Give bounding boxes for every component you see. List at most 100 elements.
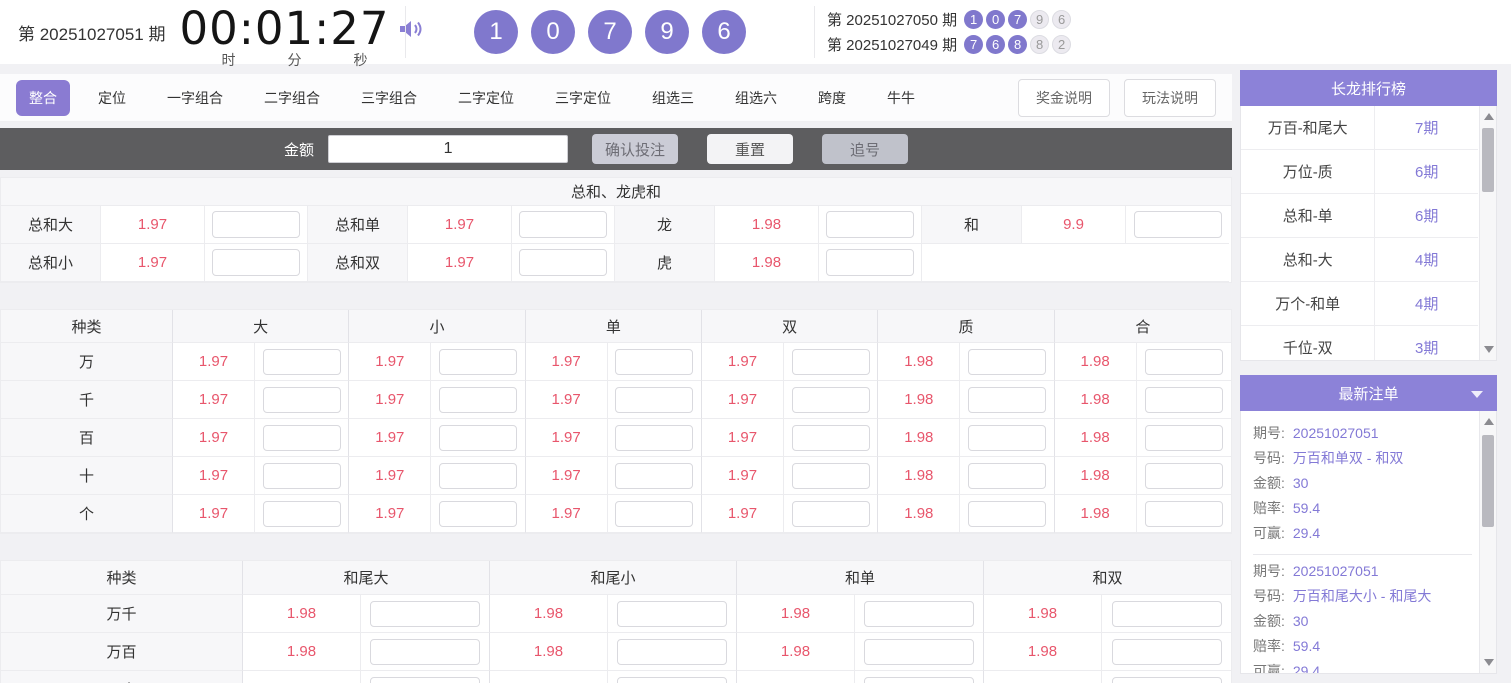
reset-button[interactable]: 重置 [707,134,794,164]
odds-value[interactable]: 1.97 [173,495,255,533]
bet-amount-input[interactable] [519,249,607,276]
scrollbar-thumb[interactable] [1482,435,1494,527]
bet-amount-input[interactable] [438,386,517,413]
bet-amount-input[interactable] [519,211,607,238]
bet-amount-input[interactable] [617,638,727,665]
scrollbar-track[interactable] [1479,411,1496,673]
bet-amount-input[interactable] [791,348,870,375]
odds-value[interactable]: 1.98 [1054,381,1137,419]
odds-value[interactable]: 1.98 [737,671,855,683]
odds-value[interactable]: 1.98 [878,495,961,533]
odds-value[interactable]: 1.97 [701,343,784,381]
odds-value[interactable]: 1.98 [715,244,819,282]
bet-amount-input[interactable] [262,386,341,413]
bet-amount-input[interactable] [615,500,694,527]
dragon-list-item[interactable]: 万位-质 6期 [1241,150,1478,194]
nav-tab[interactable]: 组选六 [722,80,790,116]
bet-amount-input[interactable] [791,424,870,451]
bet-amount-input[interactable] [212,211,300,238]
bet-amount-input[interactable] [826,249,914,276]
odds-value[interactable]: 1.98 [878,457,961,495]
nav-tab[interactable]: 跨度 [805,80,859,116]
odds-value[interactable]: 1.97 [525,495,608,533]
bet-amount-input[interactable] [615,462,694,489]
bet-amount-input[interactable] [967,424,1046,451]
bet-amount-input[interactable] [1144,462,1223,489]
odds-value[interactable]: 1.97 [408,206,512,244]
bet-amount-input[interactable] [791,462,870,489]
bet-amount-input[interactable] [1144,424,1223,451]
scroll-up-icon[interactable] [1484,113,1494,120]
odds-value[interactable]: 1.97 [525,343,608,381]
bet-amount-input[interactable] [864,638,974,665]
odds-value[interactable]: 1.97 [349,419,432,457]
bet-amount-input[interactable] [1111,600,1222,627]
nav-tab[interactable]: 定位 [85,80,139,116]
odds-value[interactable]: 1.97 [525,457,608,495]
bet-amount-input[interactable] [1144,348,1223,375]
odds-value[interactable]: 1.98 [243,671,361,683]
bet-amount-input[interactable] [262,348,341,375]
odds-value[interactable]: 1.97 [101,244,205,282]
odds-value[interactable]: 1.97 [349,457,432,495]
bet-amount-input[interactable] [438,500,517,527]
odds-value[interactable]: 1.98 [878,419,961,457]
bet-amount-input[interactable] [438,424,517,451]
dragon-list-item[interactable]: 万百-和尾大 7期 [1241,106,1478,150]
bet-amount-input[interactable] [262,462,341,489]
bet-amount-input[interactable] [370,600,480,627]
nav-tab[interactable]: 一字组合 [154,80,236,116]
bet-amount-input[interactable] [826,211,914,238]
odds-value[interactable]: 1.97 [349,495,432,533]
odds-value[interactable]: 1.98 [243,633,361,671]
bet-amount-input[interactable] [1144,386,1223,413]
odds-value[interactable]: 1.97 [173,381,255,419]
bet-amount-input[interactable] [864,600,974,627]
bet-amount-input[interactable] [617,676,727,683]
odds-value[interactable]: 1.98 [1054,495,1137,533]
odds-value[interactable]: 1.98 [984,595,1102,633]
caret-down-icon[interactable] [1471,391,1483,398]
scrollbar-track[interactable] [1479,106,1496,360]
info-button[interactable]: 奖金说明 [1018,78,1110,117]
bet-amount-input[interactable] [791,386,870,413]
nav-tab[interactable]: 三字组合 [348,80,430,116]
bet-amount-input[interactable] [967,348,1046,375]
odds-value[interactable]: 1.98 [984,671,1102,683]
odds-value[interactable]: 1.98 [243,595,361,633]
bet-amount-input[interactable] [1111,676,1222,683]
dragon-list-item[interactable]: 总和-大 4期 [1241,238,1478,282]
bet-amount-input[interactable] [1133,211,1222,238]
bet-amount-input[interactable] [262,500,341,527]
dragon-list-item[interactable]: 千位-双 3期 [1241,326,1478,360]
nav-tab[interactable]: 组选三 [639,80,707,116]
odds-value[interactable]: 1.97 [525,381,608,419]
odds-value[interactable]: 1.98 [1054,419,1137,457]
bet-amount-input[interactable] [1144,500,1223,527]
odds-value[interactable]: 1.97 [173,457,255,495]
bet-amount-input[interactable] [615,386,694,413]
odds-value[interactable]: 1.97 [701,457,784,495]
odds-value[interactable]: 1.97 [525,419,608,457]
bet-amount-input[interactable] [262,424,341,451]
scroll-down-icon[interactable] [1484,659,1494,666]
bet-amount-input[interactable] [791,500,870,527]
odds-value[interactable]: 1.97 [101,206,205,244]
odds-value[interactable]: 1.98 [1054,343,1137,381]
dragon-list-item[interactable]: 万个-和单 4期 [1241,282,1478,326]
chase-number-button[interactable]: 追号 [822,134,909,164]
odds-value[interactable]: 1.98 [737,595,855,633]
bet-amount-input[interactable] [438,348,517,375]
nav-tab[interactable]: 整合 [16,79,70,116]
scrollbar-thumb[interactable] [1482,128,1494,192]
bet-amount-input[interactable] [864,676,974,683]
odds-value[interactable]: 1.97 [173,419,255,457]
odds-value[interactable]: 1.97 [349,381,432,419]
confirm-bet-button[interactable]: 确认投注 [592,134,679,164]
bet-amount-input[interactable] [370,676,480,683]
odds-value[interactable]: 1.98 [1054,457,1137,495]
odds-value[interactable]: 9.9 [1022,206,1126,244]
odds-value[interactable]: 1.97 [701,419,784,457]
bet-amount-input[interactable] [615,424,694,451]
orders-panel-header[interactable]: 最新注单 [1240,375,1497,411]
